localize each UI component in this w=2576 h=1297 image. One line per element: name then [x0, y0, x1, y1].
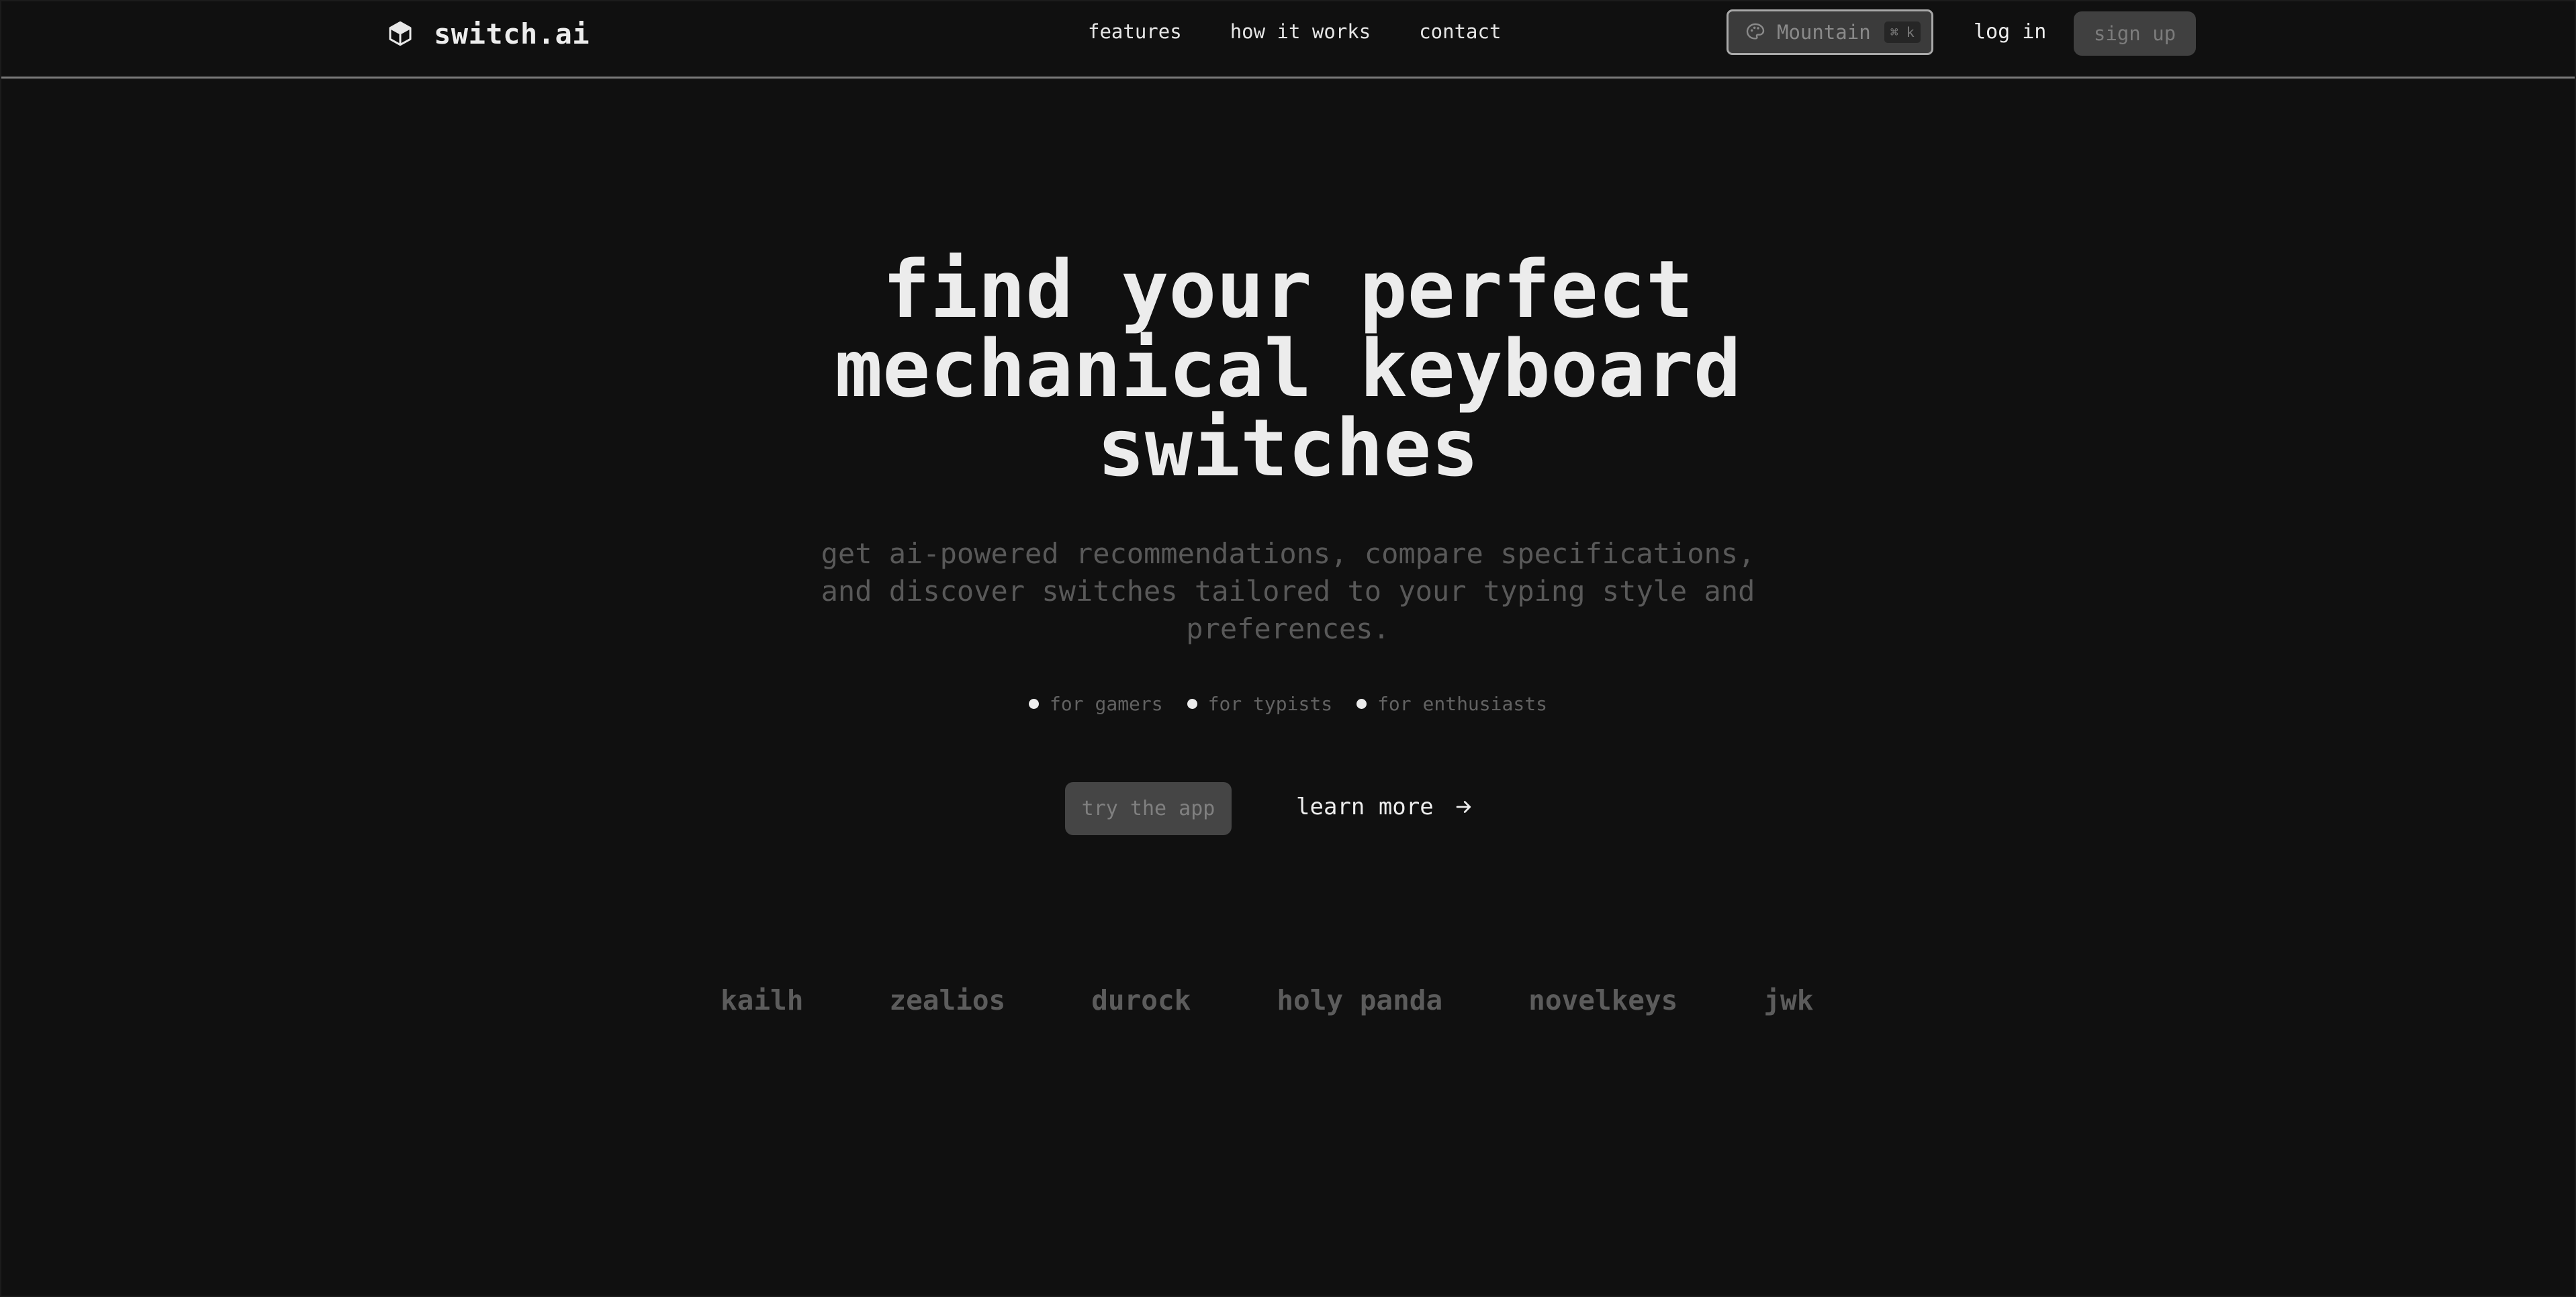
hero-title-line: mechanical keyboard	[835, 322, 1741, 415]
bullet-dot-icon	[1356, 699, 1367, 709]
switch-brand-item: zealios	[889, 984, 1006, 1016]
login-link[interactable]: log in	[1974, 20, 2046, 44]
keycap-cube-icon	[389, 21, 412, 46]
bullet-dot-icon	[1029, 699, 1040, 709]
audience-tag-label: for gamers	[1050, 693, 1163, 715]
brand-name: switch.ai	[434, 17, 590, 50]
nav-link-how-it-works[interactable]: how it works	[1230, 20, 1371, 43]
audience-tags: for gamers for typists for enthusiasts	[1, 693, 2575, 715]
arrow-right-icon	[1456, 801, 1471, 813]
hero-subtitle-line: preferences.	[1186, 612, 1390, 645]
theme-label: Mountain	[1777, 21, 1871, 44]
hero-title-line: find your perfect	[882, 243, 1694, 336]
switch-brand-item: kailh	[721, 984, 804, 1016]
audience-tag: for gamers	[1029, 693, 1163, 715]
learn-more-label: learn more	[1296, 794, 1434, 820]
switch-brand-item: durock	[1091, 984, 1191, 1016]
audience-tag-label: for enthusiasts	[1377, 693, 1547, 715]
page: switch.ai features how it works contact …	[0, 0, 2576, 1297]
switch-brand-item: holy panda	[1277, 984, 1443, 1016]
brand-logo[interactable]: switch.ai	[387, 17, 590, 50]
nav-link-features[interactable]: features	[1088, 20, 1182, 43]
learn-more-link[interactable]: learn more	[1296, 794, 1474, 820]
audience-tag: for enthusiasts	[1356, 693, 1547, 715]
switch-brand-marquee: kailh zealios durock holy panda novelkey…	[721, 984, 1891, 1024]
hero-title-line: switches	[1097, 401, 1479, 494]
bullet-dot-icon	[1187, 699, 1197, 709]
audience-tag-label: for typists	[1207, 693, 1333, 715]
nav-links: features how it works contact	[1088, 20, 1501, 43]
nav-link-contact[interactable]: contact	[1419, 20, 1501, 43]
audience-tag: for typists	[1187, 693, 1332, 715]
try-the-app-button[interactable]: try the app	[1065, 782, 1232, 835]
hero-title: find your perfect mechanical keyboard sw…	[1, 250, 2575, 487]
palette-icon	[1746, 23, 1765, 40]
signup-button[interactable]: sign up	[2074, 11, 2196, 56]
hero-subtitle-line: get ai-powered recommendations, compare …	[821, 537, 1755, 570]
top-nav: switch.ai features how it works contact …	[1, 1, 2575, 79]
theme-switcher-button[interactable]: Mountain ⌘ k	[1727, 9, 1933, 55]
hero-subtitle-line: and discover switches tailored to your t…	[821, 575, 1755, 608]
marquee-track: kailh zealios durock holy panda novelkey…	[721, 984, 1891, 1016]
hero-subtitle: get ai-powered recommendations, compare …	[1, 535, 2575, 648]
switch-brand-item: jwk	[1763, 984, 1814, 1016]
shortcut-badge: ⌘ k	[1884, 21, 1921, 43]
switch-brand-item: novelkeys	[1528, 984, 1678, 1016]
